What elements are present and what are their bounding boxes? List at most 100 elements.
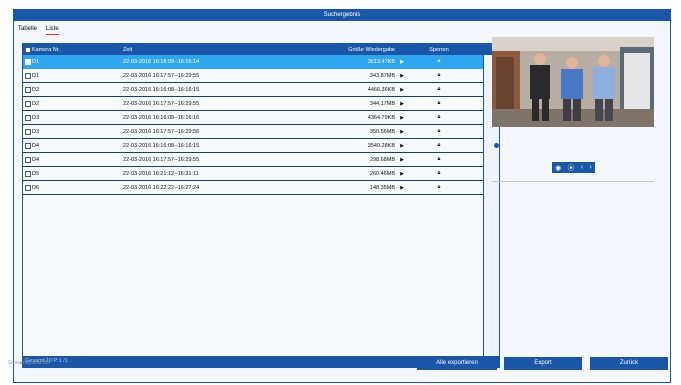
tab-tabelle[interactable]: Tabelle xyxy=(18,26,37,35)
playback-controls: ◉ ⦿ ‹ › xyxy=(552,162,595,173)
row-checkbox[interactable] xyxy=(25,184,31,191)
row-time: 22-03-2016 16:21:12--16:31:11 xyxy=(123,170,199,177)
header-camera: Kamera Nr. xyxy=(23,46,123,53)
row-time: 22-03-2016 16:16:09--16:16:14 xyxy=(123,58,200,65)
play-icon[interactable]: ▶ xyxy=(395,143,409,149)
row-size: 148.35MB xyxy=(369,184,395,191)
row-camera: D1 xyxy=(23,58,123,65)
lock-icon[interactable]: 🔒︎ xyxy=(409,142,469,149)
table-row[interactable]: D3 22-03-2016 16:16:08--16:16:16 4364.79KB… xyxy=(23,111,483,125)
video-preview xyxy=(492,37,654,127)
row-checkbox[interactable] xyxy=(25,156,31,163)
table-row[interactable]: D6 22-03-2016 16:22:22--16:27:24 148.35MB ▶… xyxy=(23,181,483,195)
table-row[interactable]: D4 22-03-2016 16:16:08--16:16:15 3540.28KB… xyxy=(23,139,483,153)
row-size: 344.17MB xyxy=(369,100,395,107)
row-size: 343.87MB xyxy=(369,72,395,79)
row-camera-label: D6 xyxy=(32,184,40,191)
row-time: 22-03-2016 16:17:57--16:29:55 xyxy=(123,100,200,107)
back-button[interactable]: Zurück xyxy=(590,357,668,370)
lock-icon[interactable]: 🔒︎ xyxy=(409,72,469,79)
row-camera: D3 xyxy=(23,128,123,135)
row-camera: D2 xyxy=(23,86,123,93)
lock-icon[interactable]: 🔒︎ xyxy=(409,114,469,121)
row-time: 22-03-2016 16:22:22--16:27:24 xyxy=(123,184,200,191)
row-time: 22-03-2016 16:17:57--16:29:55 xyxy=(123,156,200,163)
row-camera: D5 xyxy=(23,170,123,177)
tab-liste[interactable]: Liste xyxy=(46,26,59,35)
lock-icon[interactable]: 🔒︎ xyxy=(409,184,469,191)
lock-icon[interactable]: 🔒︎ xyxy=(409,58,469,65)
table-row[interactable]: D2 22-03-2016 16:16:08--16:16:15 4466.36KB… xyxy=(23,83,483,97)
stop-icon[interactable]: ◉ xyxy=(555,164,561,172)
table-row[interactable]: D1 22-03-2016 16:17:57--16:29:55 343.87MB ▶… xyxy=(23,69,483,83)
row-size: 260.46MB xyxy=(369,170,395,177)
row-camera-label: D2 xyxy=(32,86,40,93)
row-size: 350.56MB xyxy=(369,128,395,135)
table-header: Kamera Nr. Zeit Größe Wiedergabe Sperren xyxy=(23,44,499,55)
row-size: 4364.79KB xyxy=(367,114,395,121)
play-icon[interactable]: ▶ xyxy=(395,101,409,107)
total-size: Gesamtgröße:0B xyxy=(8,360,50,366)
prev-icon[interactable]: ‹ xyxy=(581,164,583,171)
play-icon[interactable]: ▶ xyxy=(395,185,409,191)
lock-icon[interactable]: 🔒︎ xyxy=(409,100,469,107)
row-camera: D1 xyxy=(23,72,123,79)
play-icon[interactable]: ▶ xyxy=(395,129,409,135)
header-camera-label: Kamera Nr. xyxy=(32,46,60,53)
row-checkbox[interactable] xyxy=(25,100,31,107)
play-icon[interactable]: ▶ xyxy=(395,115,409,121)
export-button[interactable]: Export xyxy=(504,357,582,370)
header-lock: Sperren xyxy=(429,46,449,53)
status-dot xyxy=(494,143,499,148)
lock-icon[interactable]: 🔒︎ xyxy=(409,170,469,177)
export-all-button[interactable]: Alle exportieren xyxy=(417,357,497,370)
lock-icon[interactable]: 🔒︎ xyxy=(409,128,469,135)
row-time: 22-03-2016 16:16:08--16:16:16 xyxy=(123,114,200,121)
row-checkbox[interactable] xyxy=(25,142,31,149)
row-camera: D4 xyxy=(23,156,123,163)
row-camera-label: D3 xyxy=(32,128,40,135)
table-row[interactable]: D4 22-03-2016 16:17:57--16:29:55 298.68MB ▶… xyxy=(23,153,483,167)
row-camera-label: D4 xyxy=(32,156,40,163)
row-camera: D2 xyxy=(23,100,123,107)
window-title: Suchergebnis xyxy=(14,10,670,21)
divider xyxy=(492,181,654,182)
play-icon[interactable]: ▶ xyxy=(395,73,409,79)
row-checkbox[interactable] xyxy=(25,72,31,79)
row-checkbox[interactable] xyxy=(25,86,31,93)
table-row[interactable]: D5 22-03-2016 16:21:12--16:31:11 260.46MB ▶… xyxy=(23,167,483,181)
row-camera-label: D1 xyxy=(32,58,40,65)
select-all-checkbox[interactable] xyxy=(25,46,31,53)
header-size: Größe Wiedergabe xyxy=(348,46,395,53)
row-size: 4466.36KB xyxy=(367,86,395,93)
row-time: 22-03-2016 16:16:08--16:16:15 xyxy=(123,86,200,93)
table-body: D1 22-03-2016 16:16:09--16:16:14 3613.47KB… xyxy=(23,55,499,195)
play-icon[interactable]: ▶ xyxy=(395,157,409,163)
table-row[interactable]: D3 22-03-2016 16:17:57--16:29:56 350.56MB ▶… xyxy=(23,125,483,139)
row-camera: D3 xyxy=(23,114,123,121)
table-row[interactable]: D2 22-03-2016 16:17:57--16:29:55 344.17MB ▶… xyxy=(23,97,483,111)
play-icon[interactable]: ⦿ xyxy=(568,163,575,173)
row-size: 3613.47KB xyxy=(367,58,395,65)
row-camera-label: D4 xyxy=(32,142,40,149)
play-icon[interactable]: ▶ xyxy=(395,87,409,93)
results-table: Kamera Nr. Zeit Größe Wiedergabe Sperren… xyxy=(22,43,500,368)
row-camera: D6 xyxy=(23,184,123,191)
row-checkbox[interactable] xyxy=(25,58,31,65)
row-camera-label: D1 xyxy=(32,72,40,79)
lock-icon[interactable]: 🔒︎ xyxy=(409,156,469,163)
lock-icon[interactable]: 🔒︎ xyxy=(409,86,469,93)
play-icon[interactable]: ▶ xyxy=(395,59,409,65)
row-size: 298.68MB xyxy=(369,156,395,163)
row-camera-label: D2 xyxy=(32,100,40,107)
row-checkbox[interactable] xyxy=(25,114,31,121)
preview-image xyxy=(492,37,654,127)
next-icon[interactable]: › xyxy=(589,164,591,171)
row-camera-label: D5 xyxy=(32,170,40,177)
table-row[interactable]: D1 22-03-2016 16:16:09--16:16:14 3613.47KB… xyxy=(23,55,483,69)
row-checkbox[interactable] xyxy=(25,170,31,177)
row-size: 3540.28KB xyxy=(367,142,395,149)
row-time: 22-03-2016 16:17:57--16:29:55 xyxy=(123,72,200,79)
play-icon[interactable]: ▶ xyxy=(395,171,409,177)
row-checkbox[interactable] xyxy=(25,128,31,135)
